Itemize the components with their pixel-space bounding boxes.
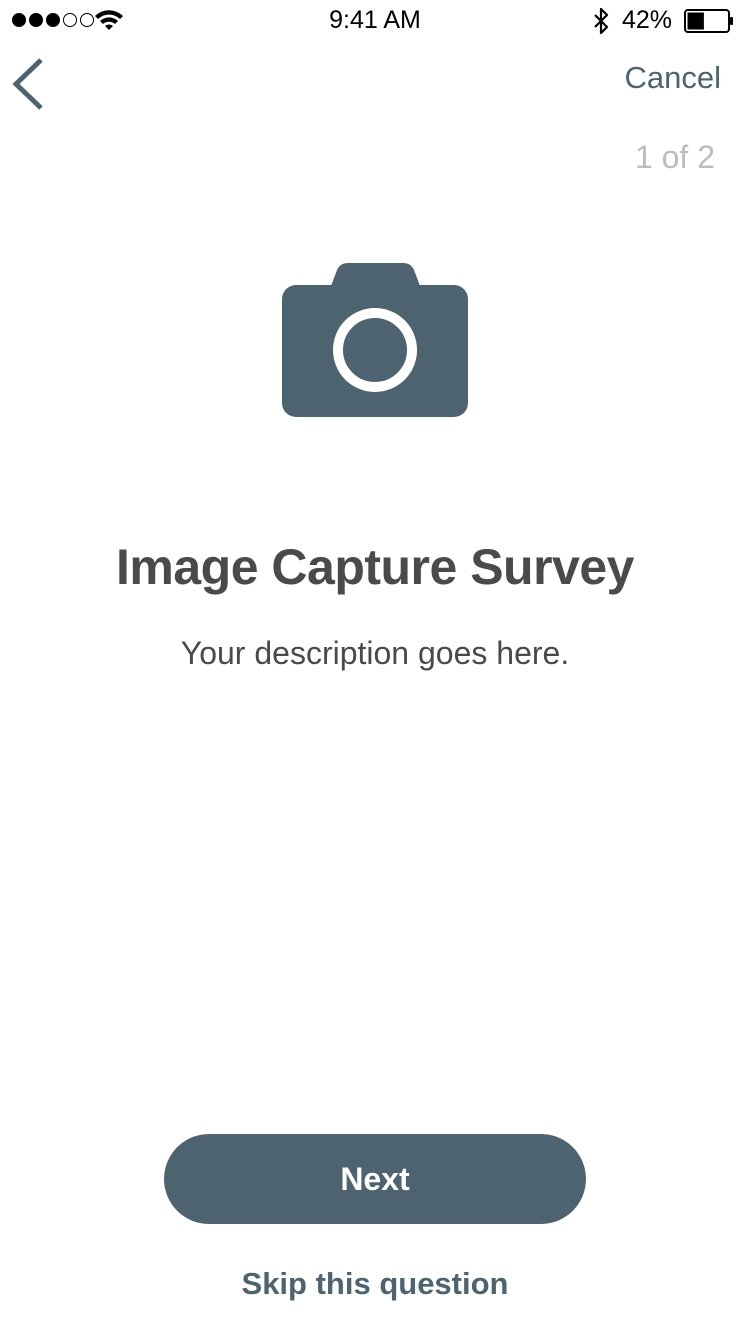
page-title: Image Capture Survey xyxy=(116,539,634,595)
cancel-button[interactable]: Cancel xyxy=(625,60,722,96)
chevron-left-icon[interactable] xyxy=(8,54,52,114)
next-button[interactable]: Next xyxy=(164,1134,586,1224)
status-bar: 9:41 AM 42% xyxy=(0,0,750,40)
battery-icon xyxy=(684,9,733,33)
page-description: Your description goes here. xyxy=(180,635,570,671)
step-progress: 1 of 2 xyxy=(634,139,715,175)
battery-percentage: 42% xyxy=(622,6,673,34)
bluetooth-icon xyxy=(594,7,609,35)
camera-icon xyxy=(282,263,468,417)
skip-question-link[interactable]: Skip this question xyxy=(0,1266,750,1302)
